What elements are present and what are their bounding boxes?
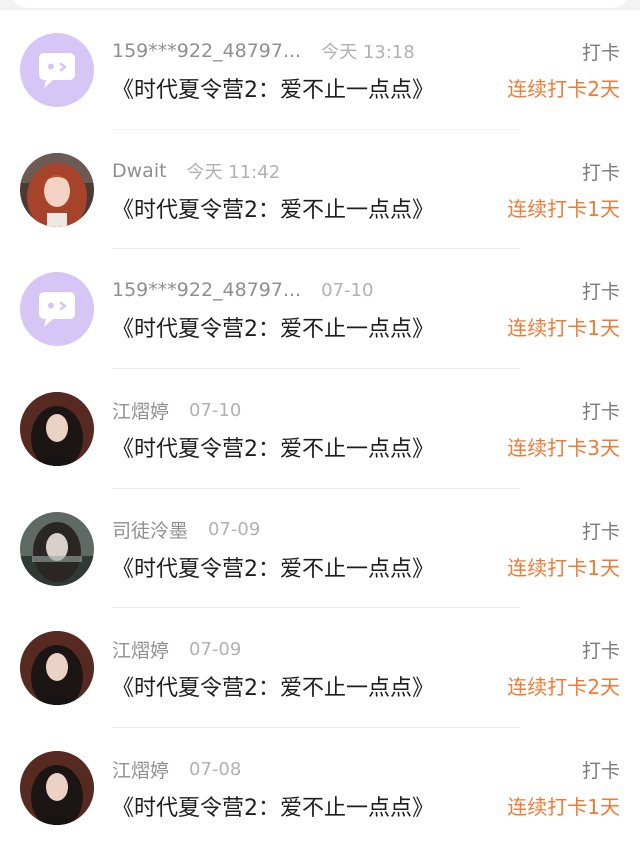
chat-bubble-icon	[20, 272, 94, 347]
username[interactable]: 江熠婷	[112, 397, 169, 424]
checkin-action-label: 打卡	[581, 760, 620, 783]
timestamp: 07-08	[189, 758, 242, 780]
username[interactable]: 司徒泠墨	[112, 516, 188, 543]
checkin-action-label: 打卡	[581, 640, 620, 663]
item-meta: 159***922_48797... 今天 13:18	[112, 37, 415, 65]
timestamp: 今天 13:18	[321, 42, 415, 63]
item-meta: 司徒泠墨 07-09	[112, 516, 260, 544]
checkin-title[interactable]: 《时代夏令营2：爱不止一点点》	[112, 72, 434, 104]
timestamp: 07-10	[321, 279, 374, 301]
streak-badge: 连续打卡3天	[507, 436, 620, 461]
checkin-title[interactable]: 《时代夏令营2：爱不止一点点》	[112, 311, 434, 343]
streak-badge: 连续打卡2天	[507, 675, 620, 700]
timestamp: 07-09	[189, 638, 242, 660]
list-item[interactable]: 江熠婷 07-08 《时代夏令营2：爱不止一点点》 打卡 连续打卡1天	[0, 728, 640, 848]
user-photo-icon	[20, 631, 94, 706]
avatar[interactable]	[20, 751, 94, 826]
checkin-title[interactable]: 《时代夏令营2：爱不止一点点》	[112, 192, 434, 224]
item-meta: 江熠婷 07-10	[112, 396, 241, 424]
user-photo-icon	[20, 511, 94, 586]
user-photo-icon	[20, 751, 94, 826]
list-item[interactable]: Dwait 今天 11:42 《时代夏令营2：爱不止一点点》 打卡 连续打卡1天	[0, 130, 640, 250]
timestamp: 07-09	[208, 519, 261, 541]
timestamp: 07-10	[189, 399, 242, 421]
username[interactable]: 江熠婷	[112, 636, 169, 663]
checkin-title[interactable]: 《时代夏令营2：爱不止一点点》	[112, 431, 434, 463]
avatar[interactable]	[20, 511, 94, 586]
timestamp: 今天 11:42	[186, 161, 281, 183]
streak-badge: 连续打卡1天	[507, 196, 620, 221]
checkin-action-label: 打卡	[581, 42, 620, 64]
checkin-action-label: 打卡	[581, 161, 620, 184]
list-item[interactable]: 江熠婷 07-09 《时代夏令营2：爱不止一点点》 打卡 连续打卡2天	[0, 608, 640, 729]
streak-badge: 连续打卡1天	[507, 316, 620, 341]
top-edge	[0, 0, 640, 10]
list-item[interactable]: 159***922_48797... 今天 13:18 《时代夏令营2：爱不止一…	[0, 10, 640, 130]
item-meta: 159***922_48797... 07-10	[112, 276, 373, 304]
avatar[interactable]	[20, 631, 94, 706]
item-meta: 江熠婷 07-08	[112, 755, 241, 783]
list-item[interactable]: 江熠婷 07-10 《时代夏令营2：爱不止一点点》 打卡 连续打卡3天	[0, 369, 640, 489]
streak-badge: 连续打卡1天	[507, 795, 620, 820]
item-meta: 江熠婷 07-09	[112, 635, 241, 663]
streak-badge: 连续打卡2天	[507, 77, 620, 101]
checkin-title[interactable]: 《时代夏令营2：爱不止一点点》	[112, 790, 434, 822]
avatar[interactable]	[20, 33, 94, 107]
checkin-action-label: 打卡	[581, 281, 620, 304]
checkin-list: 159***922_48797... 今天 13:18 《时代夏令营2：爱不止一…	[0, 10, 640, 848]
user-photo-icon	[20, 392, 94, 467]
username[interactable]: 159***922_48797...	[112, 40, 301, 62]
checkin-action-label: 打卡	[581, 401, 620, 424]
username[interactable]: 江熠婷	[112, 756, 169, 783]
item-meta: Dwait 今天 11:42	[112, 157, 280, 185]
username[interactable]: Dwait	[112, 160, 167, 182]
username[interactable]: 159***922_48797...	[112, 279, 301, 301]
user-photo-icon	[20, 152, 94, 227]
checkin-action-label: 打卡	[581, 520, 620, 543]
checkin-title[interactable]: 《时代夏令营2：爱不止一点点》	[112, 551, 434, 583]
avatar[interactable]	[20, 392, 94, 467]
streak-badge: 连续打卡1天	[507, 555, 620, 580]
list-item[interactable]: 159***922_48797... 07-10 《时代夏令营2：爱不止一点点》…	[0, 249, 640, 370]
list-item[interactable]: 司徒泠墨 07-09 《时代夏令营2：爱不止一点点》 打卡 连续打卡1天	[0, 489, 640, 609]
checkin-title[interactable]: 《时代夏令营2：爱不止一点点》	[112, 670, 434, 702]
avatar[interactable]	[20, 152, 94, 227]
chat-bubble-icon	[20, 33, 94, 107]
avatar[interactable]	[20, 272, 94, 347]
